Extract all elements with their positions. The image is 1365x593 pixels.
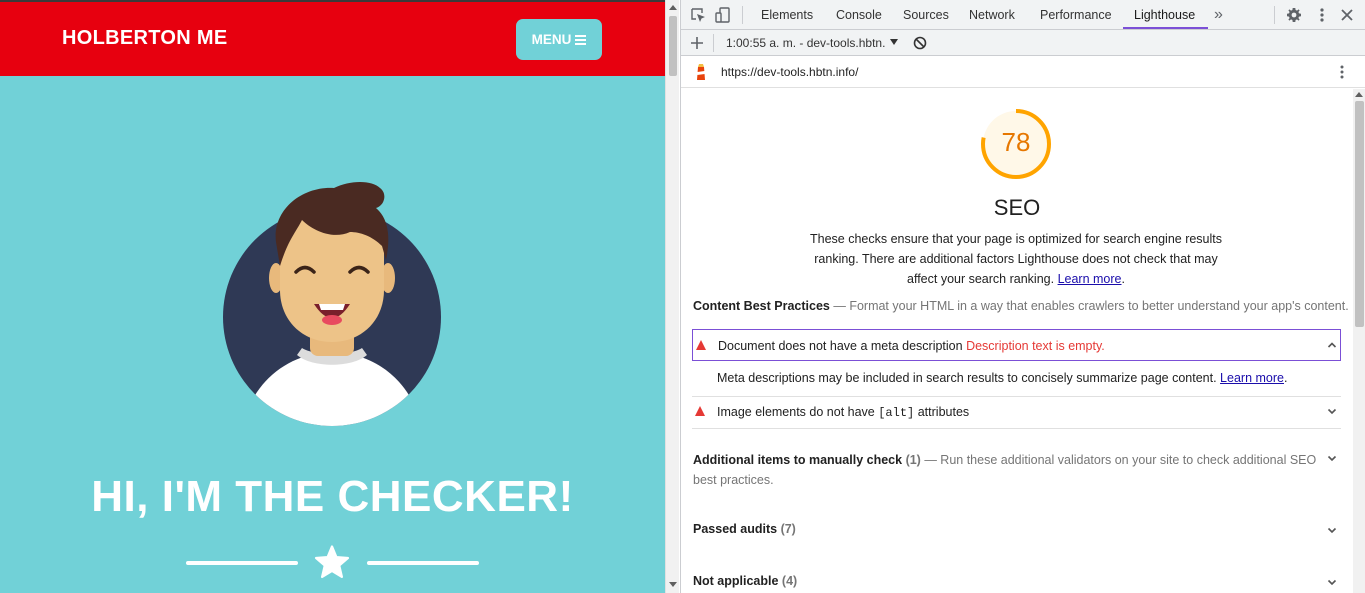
group-title: Passed audits	[693, 522, 778, 536]
menu-button[interactable]: MENU	[516, 19, 602, 60]
fail-triangle-icon	[696, 340, 706, 350]
tab-elements[interactable]: Elements	[761, 0, 813, 30]
group-count: (4)	[781, 574, 798, 588]
divider-line-right	[367, 561, 479, 565]
lighthouse-report: 78 SEO These checks ensure that your pag…	[681, 89, 1353, 593]
audit-detail-text: Meta descriptions may be included in sea…	[717, 371, 1217, 385]
group-manual-checks[interactable]: Additional items to manually check (1) —…	[693, 450, 1327, 490]
score-value: 78	[1001, 127, 1031, 157]
report-menu-icon[interactable]	[1335, 64, 1349, 80]
report-selector[interactable]: 1:00:55 a. m. - dev-tools.hbtn.	[726, 36, 885, 50]
group-count: (1)	[905, 453, 921, 467]
group-description: — Format your HTML in a way that enables…	[833, 299, 1349, 313]
category-title: SEO	[993, 195, 1041, 220]
audit-title-start: Image elements do not have	[717, 405, 875, 419]
inspect-element-icon[interactable]	[690, 7, 706, 23]
group-content-best-practices: Content Best Practices — Format your HTM…	[693, 299, 1349, 313]
new-report-plus-icon[interactable]	[690, 36, 704, 50]
chevron-up-icon[interactable]	[1327, 340, 1337, 350]
audit-meta-description[interactable]: Document does not have a meta descriptio…	[692, 329, 1341, 361]
menu-label: MENU	[531, 32, 572, 47]
audit-image-alt[interactable]: Image elements do not have [alt] attribu…	[692, 396, 1341, 428]
site-brand[interactable]: HOLBERTON ME	[62, 27, 227, 50]
settings-gear-icon[interactable]	[1286, 7, 1302, 23]
site-scroll-thumb[interactable]	[669, 16, 677, 76]
audit-learn-more-link[interactable]: Learn more	[1220, 371, 1284, 385]
fail-triangle-icon	[695, 406, 705, 416]
audit-detail: Meta descriptions may be included in sea…	[717, 371, 1288, 385]
report-scroll-thumb[interactable]	[1355, 101, 1364, 327]
category-learn-more-link[interactable]: Learn more	[1058, 272, 1122, 286]
chevron-down-icon[interactable]	[1327, 577, 1337, 587]
more-options-icon[interactable]	[1314, 7, 1330, 23]
group-passed-audits[interactable]: Passed audits (7)	[693, 522, 796, 536]
avatar-illustration	[223, 182, 441, 426]
divider	[692, 428, 1341, 429]
group-not-applicable[interactable]: Not applicable (4)	[693, 574, 797, 588]
divider-line-left	[186, 561, 298, 565]
tab-performance[interactable]: Performance	[1040, 0, 1112, 30]
group-title: Additional items to manually check	[693, 453, 903, 467]
audit-title-code: [alt]	[878, 406, 915, 420]
audit-title: Document does not have a meta descriptio…	[718, 339, 963, 353]
scroll-down-arrow-icon[interactable]	[669, 582, 677, 587]
more-tabs-icon[interactable]: »	[1214, 0, 1223, 30]
tab-console[interactable]: Console	[836, 0, 882, 30]
scroll-up-arrow-icon[interactable]	[669, 5, 677, 10]
site-navbar: HOLBERTON ME MENU	[0, 2, 665, 76]
audit-title-end: attributes	[917, 405, 970, 419]
tab-lighthouse[interactable]: Lighthouse	[1134, 0, 1195, 30]
toolbar-separator	[742, 6, 743, 24]
device-toolbar-icon[interactable]	[715, 7, 731, 23]
audit-display-value: Description text is empty.	[966, 339, 1105, 353]
scroll-up-arrow-icon[interactable]	[1355, 92, 1363, 97]
toolbar-separator	[713, 34, 714, 52]
chevron-down-icon[interactable]	[1327, 453, 1337, 463]
lighthouse-toolbar: 1:00:55 a. m. - dev-tools.hbtn.	[681, 30, 1365, 56]
category-description: These checks ensure that your page is op…	[809, 232, 1223, 286]
devtools-tabbar: Elements Console Sources Network Perform…	[681, 0, 1365, 30]
clear-reports-icon[interactable]	[913, 36, 927, 50]
tab-network[interactable]: Network	[969, 0, 1015, 30]
site-viewport: HOLBERTON ME MENU HI, I'M THE CHECKER!	[0, 0, 665, 593]
chevron-down-icon[interactable]	[1327, 406, 1337, 416]
site-scrollbar[interactable]	[665, 0, 679, 593]
report-url[interactable]: https://dev-tools.hbtn.info/	[721, 65, 858, 79]
active-tab-indicator	[1123, 27, 1208, 29]
devtools-panel: Elements Console Sources Network Perform…	[680, 0, 1365, 593]
hamburger-icon	[575, 34, 587, 45]
tab-sources[interactable]: Sources	[903, 0, 949, 30]
group-count: (7)	[780, 522, 796, 536]
hero-title: HI, I'M THE CHECKER!	[91, 472, 574, 521]
report-selector-label: 1:00:55 a. m. - dev-tools.hbtn.	[726, 36, 886, 50]
lighthouse-logo-icon	[697, 64, 705, 80]
close-devtools-icon[interactable]	[1339, 7, 1355, 23]
report-scrollbar[interactable]	[1353, 89, 1365, 593]
dropdown-caret-icon[interactable]	[890, 39, 898, 45]
toolbar-separator	[1274, 6, 1275, 24]
category-description-text: These checks ensure that your page is op…	[809, 232, 1223, 286]
chevron-down-icon[interactable]	[1327, 525, 1337, 535]
group-title: Content Best Practices	[693, 299, 830, 313]
star-icon	[314, 545, 350, 579]
report-url-bar: https://dev-tools.hbtn.info/	[681, 56, 1365, 88]
group-title: Not applicable	[693, 574, 779, 588]
